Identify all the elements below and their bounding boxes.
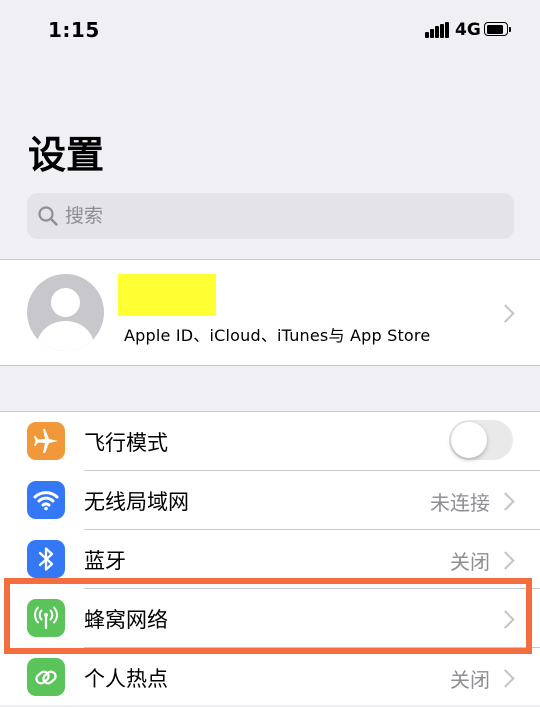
search-icon [38,206,58,226]
chevron-right-icon [496,669,515,688]
avatar [27,274,104,351]
settings-value: 关闭 [450,668,490,692]
settings-label: 无线局域网 [84,490,189,514]
settings-label: 蓝牙 [84,549,126,573]
status-bar: 1:15 4G [0,0,540,62]
chevron-right-icon [496,551,515,570]
settings-value: 未连接 [430,491,490,515]
apple-id-profile-row[interactable]: Apple ID、iCloud、iTunes与 App Store [0,259,540,366]
cellular-signal-icon [425,22,449,38]
cellular-icon [27,599,65,637]
page-title: 设置 [28,133,105,177]
settings-row-personal-hotspot[interactable]: 个人热点 关闭 [0,648,540,707]
settings-row-bluetooth[interactable]: 蓝牙 关闭 [0,530,540,589]
settings-value: 关闭 [450,550,490,574]
settings-label: 个人热点 [84,667,168,691]
battery-icon [484,22,512,38]
airplane-mode-toggle[interactable] [449,420,513,460]
chevron-right-icon [496,304,515,323]
name-redaction [118,274,216,316]
hotspot-icon [27,658,65,696]
network-type: 4G [455,20,481,40]
settings-label: 飞行模式 [84,431,168,455]
settings-row-wifi[interactable]: 无线局域网 未连接 [0,471,540,530]
search-input[interactable] [65,193,485,239]
chevron-right-icon [496,492,515,511]
settings-label: 蜂窝网络 [84,608,168,632]
settings-row-airplane-mode: 飞行模式 [0,412,540,471]
airplane-icon [27,422,65,460]
chevron-right-icon [496,610,515,629]
search-bar[interactable] [27,193,514,239]
wifi-icon [27,481,65,519]
bluetooth-icon [27,540,65,578]
status-time: 1:15 [48,18,100,42]
settings-list: 飞行模式 无线局域网 未连接 蓝牙 关闭 蜂窝网络 个人热点 关闭 [0,411,540,705]
settings-row-cellular[interactable]: 蜂窝网络 [0,589,540,648]
profile-subtitle: Apple ID、iCloud、iTunes与 App Store [124,326,431,345]
